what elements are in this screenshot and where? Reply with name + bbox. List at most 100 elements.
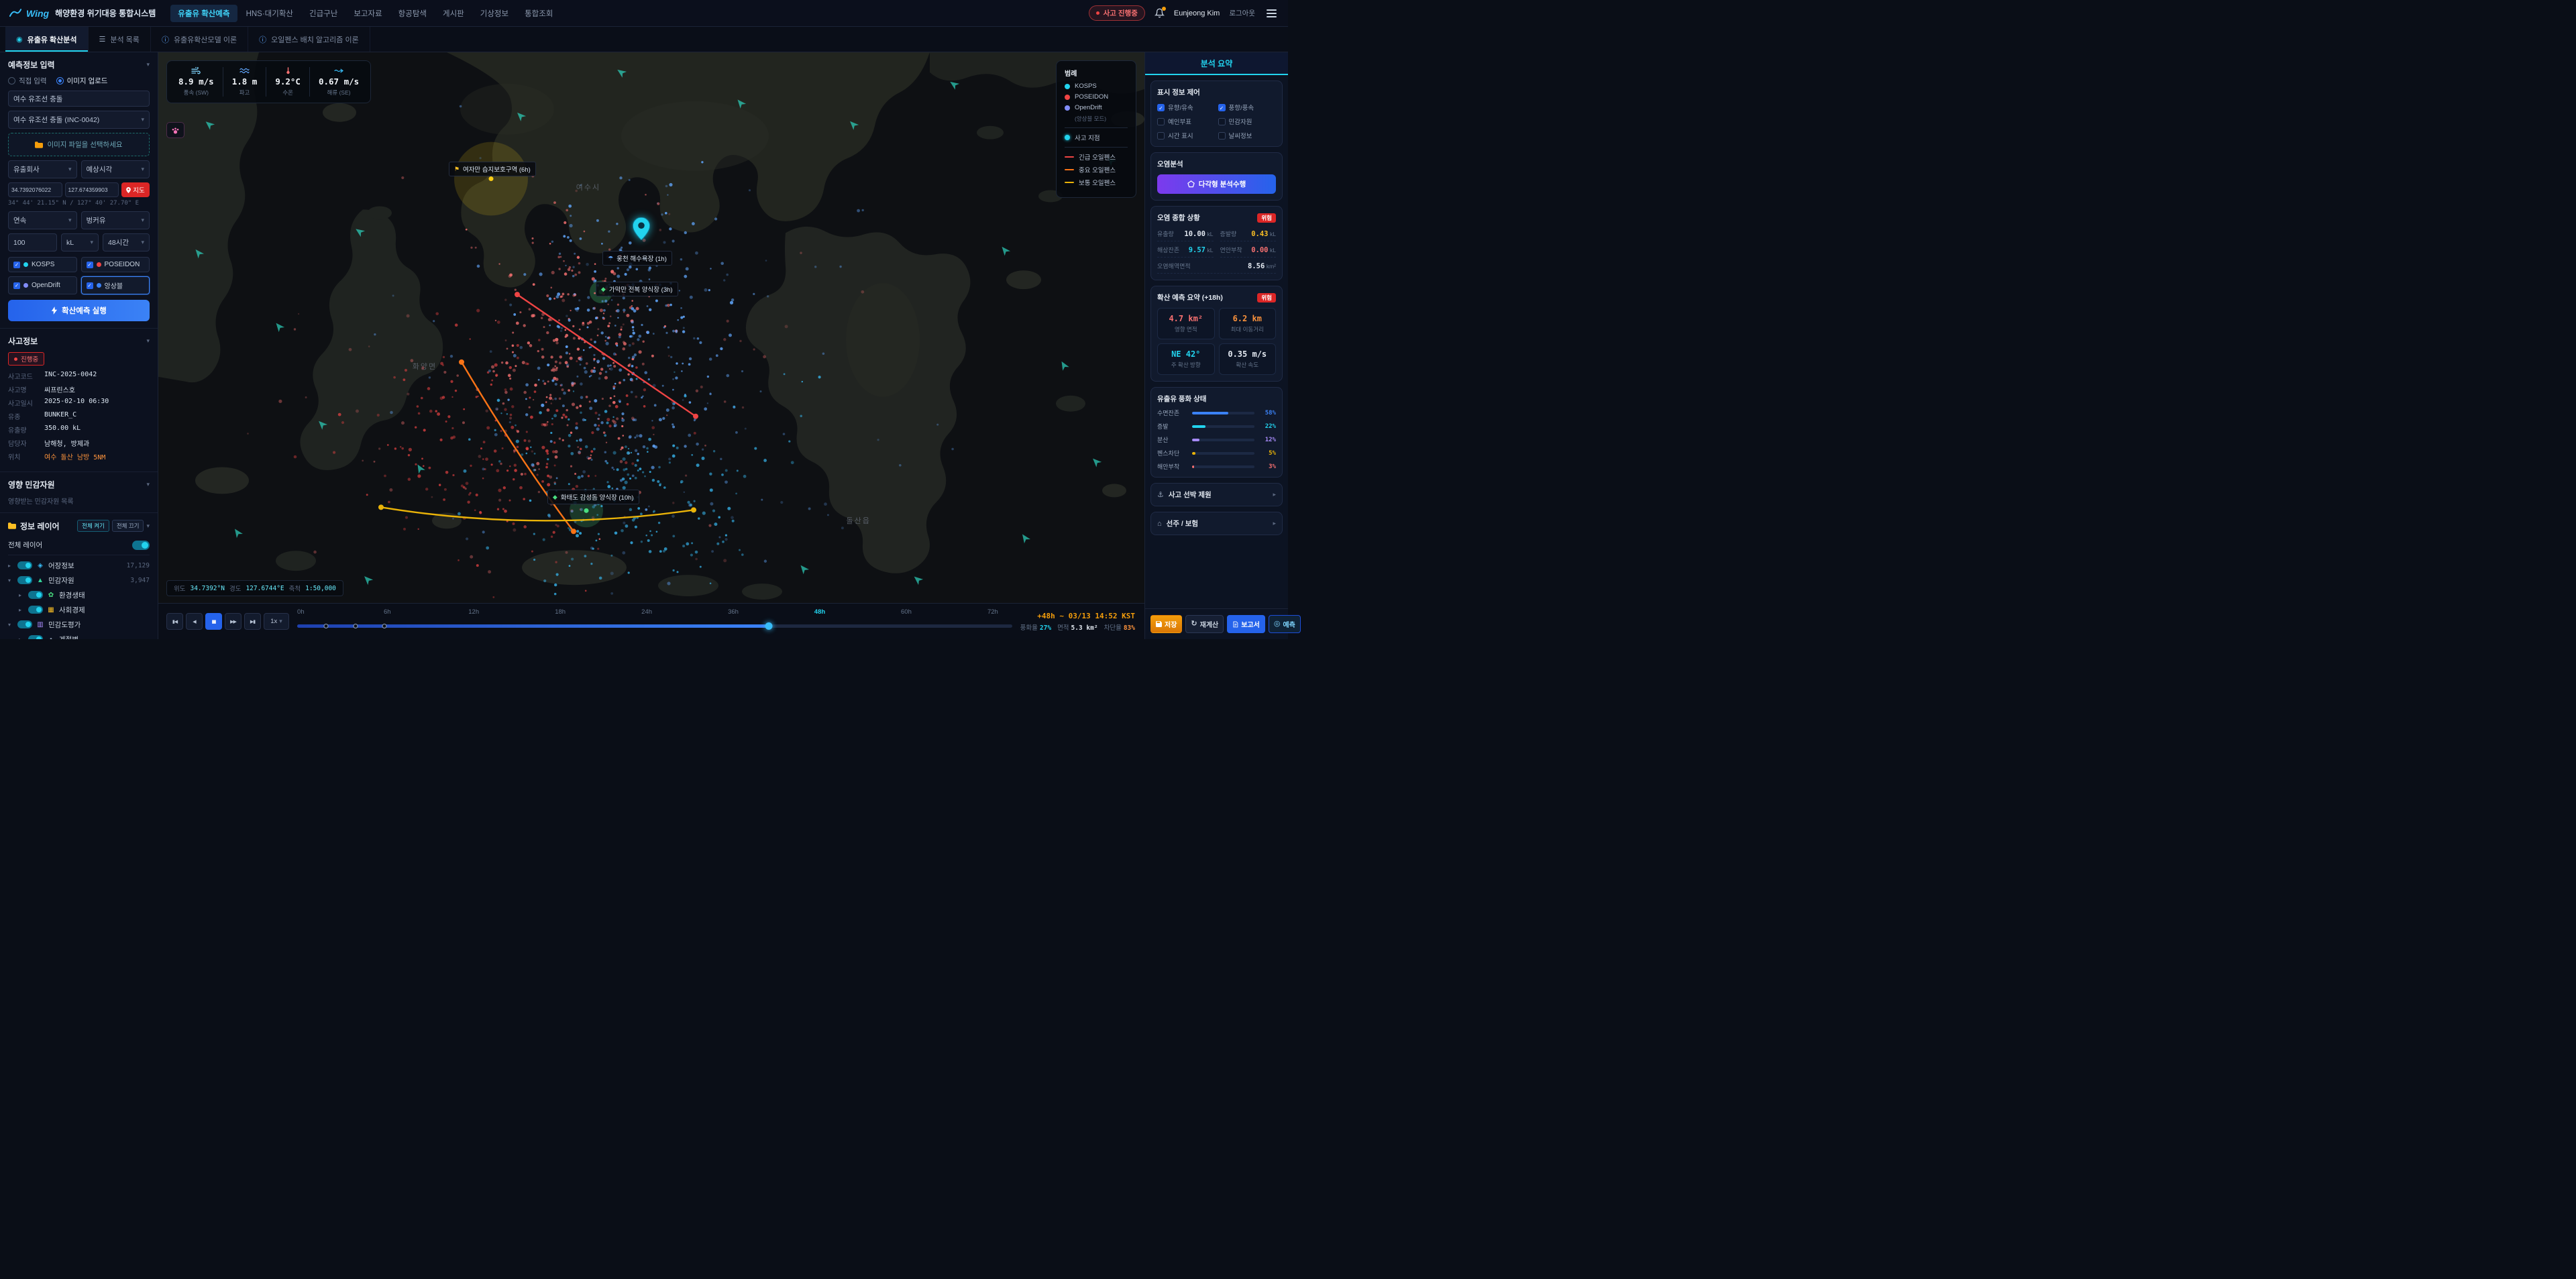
- incident-section-header[interactable]: 사고정보 ▾: [8, 335, 150, 347]
- checkbox[interactable]: [1157, 118, 1165, 125]
- layer-row[interactable]: ▸ • 계절별: [8, 632, 150, 639]
- map-marker-label[interactable]: ◆ 화태도 감성돔 양식장 (10h): [547, 490, 639, 504]
- timeline-tick[interactable]: 48h: [814, 608, 825, 616]
- left-sidebar[interactable]: 예측정보 입력 ▾ 직접 입력 이미지 업로드 여수 유조선 충돌 (INC-0…: [0, 52, 158, 639]
- timeline-tick[interactable]: 72h: [987, 608, 998, 616]
- save-button[interactable]: 저장: [1150, 615, 1182, 633]
- all-layers-on-button[interactable]: 전체 켜기: [77, 520, 109, 532]
- model-checkbox[interactable]: OpenDrift: [8, 276, 77, 294]
- oil-type-select[interactable]: 벙커유▾: [81, 211, 150, 229]
- tab[interactable]: ⓘ 오일펜스 배치 알고리즘 이론: [248, 27, 370, 52]
- sensitive-section-header[interactable]: 영향 민감자원 ▾: [8, 479, 150, 490]
- analysis-summary-tab[interactable]: 분석 요약: [1145, 52, 1288, 75]
- map-marker-label[interactable]: ☂ 웅천 해수욕장 (1h): [602, 251, 672, 266]
- expand-caret-icon[interactable]: ▸: [19, 607, 24, 613]
- checkbox[interactable]: [1218, 118, 1226, 125]
- display-option[interactable]: 민감자원: [1218, 117, 1277, 126]
- skip-start-button[interactable]: ▮◀: [166, 613, 183, 630]
- display-option[interactable]: 예인부표: [1157, 117, 1216, 126]
- layer-row[interactable]: ▸ ✿ 환경생태: [8, 588, 150, 602]
- timeline-tick[interactable]: 24h: [641, 608, 652, 616]
- expand-caret-icon[interactable]: ▸: [19, 636, 24, 640]
- ship-spec-card[interactable]: ⚓ 사고 선박 제원 ▸: [1150, 483, 1283, 506]
- timeline-event-marker[interactable]: [354, 624, 358, 628]
- layer-toggle[interactable]: [17, 576, 32, 584]
- all-layers-off-button[interactable]: 전체 끄기: [112, 520, 144, 532]
- timeline-tick[interactable]: 6h: [384, 608, 391, 616]
- image-file-picker[interactable]: 이미지 파일을 선택하세요: [8, 133, 150, 156]
- checkbox[interactable]: [1218, 132, 1226, 140]
- map-tool-button[interactable]: [166, 122, 184, 138]
- predict-section-header[interactable]: 예측정보 입력 ▾: [8, 59, 150, 70]
- timeline-tick[interactable]: 60h: [901, 608, 912, 616]
- unit-select[interactable]: kL▾: [61, 233, 99, 252]
- display-option[interactable]: 날씨정보: [1218, 131, 1277, 140]
- owner-insurance-card[interactable]: ⌂ 선주 / 보험 ▸: [1150, 512, 1283, 535]
- map-marker-label[interactable]: ◆ 가막만 전복 양식장 (3h): [596, 282, 678, 296]
- timeline-tick[interactable]: 18h: [555, 608, 566, 616]
- company-select[interactable]: 유출회사▾: [8, 160, 77, 178]
- model-checkbox[interactable]: POSEIDON: [81, 257, 150, 272]
- timeline-slider[interactable]: [297, 624, 1012, 628]
- duration-select[interactable]: 48시간▾: [103, 233, 150, 252]
- latitude-input[interactable]: [8, 182, 62, 197]
- layer-toggle[interactable]: [17, 561, 32, 569]
- incident-name-input[interactable]: [8, 91, 150, 107]
- tab[interactable]: ☰ 분석 목록: [89, 27, 151, 52]
- nav-item[interactable]: 보고자료: [346, 5, 389, 22]
- nav-item[interactable]: 통합조회: [517, 5, 560, 22]
- timeline-handle[interactable]: [765, 622, 773, 630]
- menu-icon[interactable]: [1265, 7, 1279, 19]
- nav-item[interactable]: 항공탐색: [391, 5, 434, 22]
- run-prediction-button[interactable]: 확산예측 실행: [8, 300, 150, 321]
- model-checkbox[interactable]: KOSPS: [8, 257, 77, 272]
- checkbox[interactable]: [1218, 104, 1226, 111]
- skip-end-button[interactable]: ▶▮: [244, 613, 261, 630]
- layer-toggle[interactable]: [28, 635, 43, 639]
- expand-caret-icon[interactable]: ▸: [19, 592, 24, 598]
- layer-row[interactable]: ▸ ▦ 사회경제: [8, 602, 150, 617]
- layer-row[interactable]: ▾ ▲ 민감자원 3,947: [8, 573, 150, 588]
- radio-direct-input[interactable]: 직접 입력: [8, 76, 47, 86]
- predict-button[interactable]: ◎ 예측: [1269, 615, 1301, 633]
- nav-item[interactable]: 긴급구난: [302, 5, 345, 22]
- accident-location-pin[interactable]: [633, 217, 650, 242]
- checkbox[interactable]: [1157, 132, 1165, 140]
- fast-forward-button[interactable]: ▶▶: [225, 613, 241, 630]
- nav-item[interactable]: 게시판: [435, 5, 472, 22]
- spill-type-select[interactable]: 연속▾: [8, 211, 77, 229]
- master-layer-toggle[interactable]: [132, 541, 150, 550]
- display-option[interactable]: 유향/유속: [1157, 103, 1216, 112]
- expand-caret-icon[interactable]: ▾: [8, 622, 13, 628]
- recalculate-button[interactable]: ↻ 재계산: [1185, 615, 1224, 633]
- nav-item[interactable]: 유출유 확산예측: [170, 5, 237, 22]
- timeline-tick[interactable]: 36h: [728, 608, 739, 616]
- expected-time-select[interactable]: 예상시각▾: [81, 160, 150, 178]
- map-canvas[interactable]: 여수시 화양면 돌산읍 ⚑ 여자만 습지보호구역 (6h) ☂ 웅천 해수욕장 …: [158, 52, 1144, 603]
- amount-input[interactable]: [8, 233, 57, 252]
- layer-toggle[interactable]: [28, 606, 43, 614]
- timeline-track[interactable]: 0h 6h 12h 18h 24h 36h 48h 60h: [297, 604, 1012, 639]
- model-checkbox[interactable]: 앙상블: [81, 276, 150, 294]
- layer-toggle[interactable]: [17, 620, 32, 628]
- timeline-tick[interactable]: 12h: [468, 608, 479, 616]
- incident-status-badge[interactable]: 사고 진행중: [1089, 5, 1145, 21]
- logout-link[interactable]: 로그아웃: [1229, 8, 1255, 18]
- tab[interactable]: ◉ 유출유 확산분석: [5, 27, 89, 52]
- longitude-input[interactable]: [65, 182, 119, 197]
- expand-caret-icon[interactable]: ▾: [8, 577, 13, 583]
- layer-row[interactable]: ▸ ◈ 어장정보 17,129: [8, 558, 150, 573]
- layers-section-header[interactable]: 정보 레이어 전체 켜기 전체 끄기 ▾: [8, 520, 150, 532]
- map-marker-label[interactable]: ⚑ 여자만 습지보호구역 (6h): [449, 162, 536, 176]
- expand-caret-icon[interactable]: ▸: [8, 563, 13, 569]
- timeline-event-marker[interactable]: [382, 624, 387, 628]
- nav-item[interactable]: HNS·대기확산: [239, 5, 301, 22]
- display-option[interactable]: 시간 표시: [1157, 131, 1216, 140]
- polygon-analysis-button[interactable]: 다각형 분석수행: [1157, 174, 1276, 194]
- report-button[interactable]: 보고서: [1227, 615, 1265, 633]
- layer-toggle[interactable]: [28, 591, 43, 599]
- timeline-event-marker[interactable]: [323, 624, 328, 628]
- timeline-tick[interactable]: 0h: [297, 608, 305, 616]
- checkbox[interactable]: [1157, 104, 1165, 111]
- pause-button[interactable]: ▮▮: [205, 613, 222, 630]
